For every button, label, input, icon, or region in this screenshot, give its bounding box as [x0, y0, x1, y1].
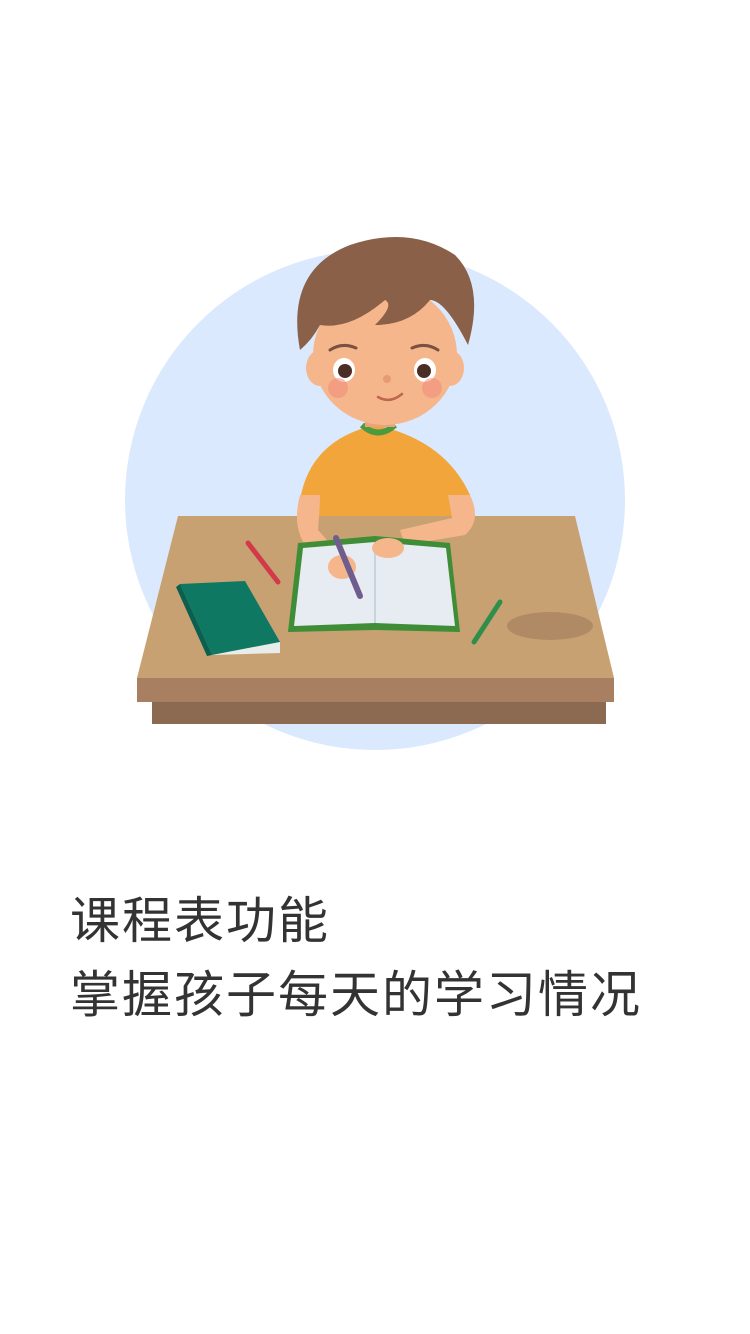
intro-text: 课程表功能 掌握孩子每天的学习情况 [70, 884, 710, 1032]
feature-title: 课程表功能 [70, 892, 330, 950]
boy-studying-illustration [125, 237, 625, 750]
feature-description: 掌握孩子每天的学习情况 [70, 966, 642, 1024]
